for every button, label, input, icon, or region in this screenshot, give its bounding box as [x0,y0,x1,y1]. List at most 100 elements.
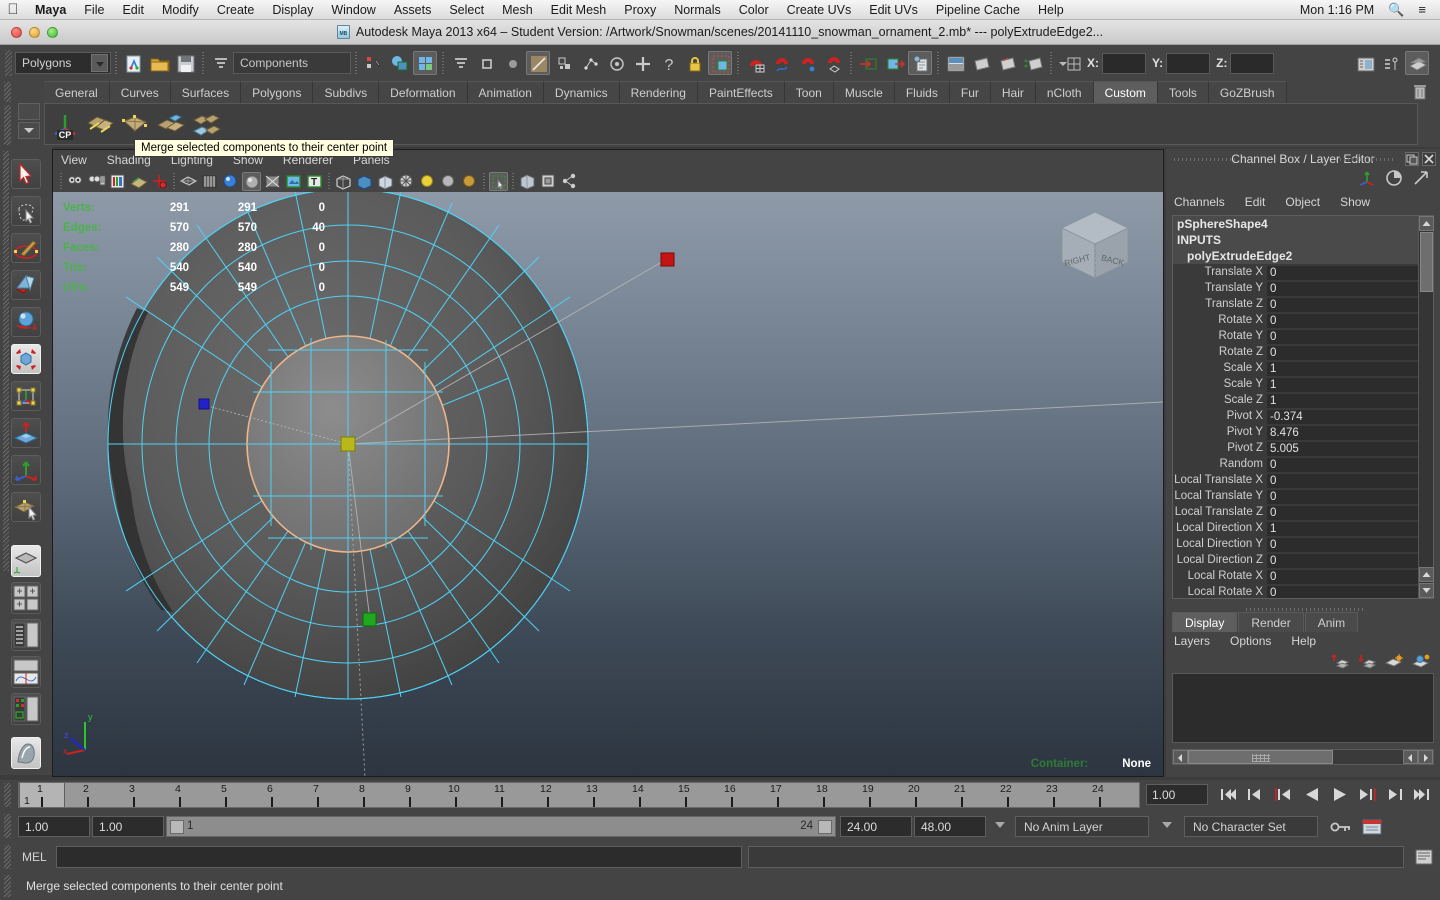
layer-menu-layers[interactable]: Layers [1174,634,1210,648]
shelf-tab-surfaces[interactable]: Surfaces [170,81,242,103]
duplicate-view-icon[interactable] [539,172,558,191]
shelf-tab-ncloth[interactable]: nCloth [1035,81,1094,103]
hypershade-persp-layout[interactable] [11,693,41,725]
toolbox-grip[interactable] [3,151,9,571]
layer-menu-help[interactable]: Help [1291,634,1316,648]
scrollbar-thumb[interactable] [1420,232,1433,292]
viewport-3d-scene[interactable]: Verts: 291 291 0 Edges: 570 570 40 Faces… [53,192,1163,776]
channel-row[interactable]: Local Direction X 1 [1173,520,1433,536]
chevron-down-icon[interactable] [1162,822,1172,828]
time-slider[interactable]: 1 1 2 3 4 5 6 7 8 9 10 11 12 13 14 15 16… [18,782,1140,808]
panel-menu-view[interactable]: View [61,153,87,167]
go-to-end-icon[interactable] [1412,784,1432,805]
shelf-tab-animation[interactable]: Animation [467,81,544,103]
render-settings-icon[interactable] [995,51,1019,75]
channel-row[interactable]: Local Translate Y 0 [1173,488,1433,504]
channel-box-input-node[interactable]: polyExtrudeEdge2 [1173,248,1433,264]
save-scene-button[interactable] [173,51,197,75]
channel-value[interactable]: 0 [1267,568,1433,584]
range-slider-grip[interactable] [4,814,11,838]
xray-display-icon[interactable] [334,172,353,191]
tab-anim-layers[interactable]: Anim [1304,612,1359,632]
channel-row[interactable]: Local Direction Y 0 [1173,536,1433,552]
script-editor-icon[interactable] [1414,847,1434,867]
shelf-delete-icon[interactable] [1420,109,1436,129]
layer-scroll-left-button[interactable] [1173,750,1188,764]
channel-value[interactable]: 0 [1267,472,1433,488]
paint-select-tool[interactable] [11,233,41,263]
animation-start-time-input[interactable]: 1.00 [18,816,90,837]
shelf-tab-fluids[interactable]: Fluids [894,81,950,103]
xray-joints-icon[interactable] [376,172,395,191]
flat-shade-icon[interactable] [242,171,261,191]
snap-to-projected-center-icon[interactable] [821,51,845,75]
four-view-layout[interactable] [11,582,41,614]
channel-row[interactable]: Local Translate Z 0 [1173,504,1433,520]
view-cube[interactable]: RIGHT BACK [1052,202,1138,288]
channel-value[interactable]: 8.476 [1267,424,1433,440]
layer-editor-grip[interactable] [1246,608,1366,611]
scale-tool[interactable] [11,344,41,374]
channel-row[interactable]: Local Rotate X 0 [1173,568,1433,584]
time-slider-grip[interactable] [4,783,11,807]
step-forward-key-icon[interactable] [1386,784,1406,805]
channel-value[interactable]: 1 [1267,392,1433,408]
channel-row[interactable]: Scale X 1 [1173,360,1433,376]
channel-value[interactable]: 1 [1267,376,1433,392]
scroll-down-button[interactable] [1419,583,1434,598]
single-perspective-layout[interactable] [11,545,41,577]
vertex-mask-icon[interactable] [474,51,498,75]
channel-value[interactable]: 0 [1267,456,1433,472]
animation-end-time-input[interactable]: 48.00 [914,816,986,837]
open-scene-button[interactable] [147,51,171,75]
move-layer-down-icon[interactable] [1358,653,1377,674]
bookmarks-icon[interactable] [108,172,127,191]
layer-menu-options[interactable]: Options [1230,634,1271,648]
shelf-tab-muscle[interactable]: Muscle [833,81,895,103]
shelf-tab-gozbrush[interactable]: GoZBrush [1208,81,1287,103]
menuset-selector[interactable]: Polygons [15,52,111,74]
menu-display[interactable]: Display [263,0,322,20]
channel-value[interactable]: 0 [1267,328,1433,344]
snap-to-point-icon[interactable] [795,51,819,75]
coord-z-input[interactable] [1230,52,1275,74]
shelf-tab-custom[interactable]: Custom [1093,81,1158,103]
render-view-icon[interactable] [1021,51,1045,75]
channel-box-arrow-icon[interactable] [1412,169,1430,192]
step-back-key-icon[interactable] [1244,784,1264,805]
use-default-light-icon[interactable] [418,172,437,191]
step-back-frame-icon[interactable] [1272,784,1292,805]
shelf-button-center-pivot[interactable]: CP [49,109,81,141]
texture-display-icon[interactable] [284,172,303,191]
channel-row[interactable]: Rotate X 0 [1173,312,1433,328]
shaded-display-icon[interactable] [355,172,374,191]
menu-edit-mesh[interactable]: Edit Mesh [542,0,616,20]
chevron-down-icon[interactable] [995,822,1005,828]
shelf-tab-subdivs[interactable]: Subdivs [313,81,380,103]
status-line-grip[interactable] [5,50,12,76]
uv-mask-icon[interactable] [578,51,602,75]
channel-row[interactable]: Random 0 [1173,456,1433,472]
channel-row[interactable]: Rotate Z 0 [1173,344,1433,360]
coord-x-input[interactable] [1102,52,1146,74]
menu-select[interactable]: Select [440,0,493,20]
lock-selection-icon[interactable] [682,51,706,75]
layer-list-scrollbar[interactable] [1172,749,1434,765]
use-all-lights-icon[interactable] [439,172,458,191]
search-icon[interactable]: 🔍 [1381,2,1411,18]
menu-edit[interactable]: Edit [113,0,153,20]
channel-value[interactable]: 0 [1267,584,1433,598]
shelf-button-detach-component[interactable] [189,109,222,141]
handle-mask-icon[interactable] [630,51,654,75]
output-connections-icon[interactable] [882,51,906,75]
play-backwards-icon[interactable] [1302,784,1322,805]
auto-keyframe-icon[interactable] [1362,818,1382,841]
shelf-tab-painteffects[interactable]: PaintEffects [697,81,785,103]
hierarchy-mode-button[interactable] [361,51,385,75]
move-layer-up-icon[interactable] [1331,653,1350,674]
channel-row[interactable]: Pivot Y 8.476 [1173,424,1433,440]
camera-attributes-icon[interactable] [87,172,106,191]
shelf-tab-polygons[interactable]: Polygons [241,81,314,103]
channel-row[interactable]: Scale Y 1 [1173,376,1433,392]
face-mask-icon[interactable] [552,51,576,75]
